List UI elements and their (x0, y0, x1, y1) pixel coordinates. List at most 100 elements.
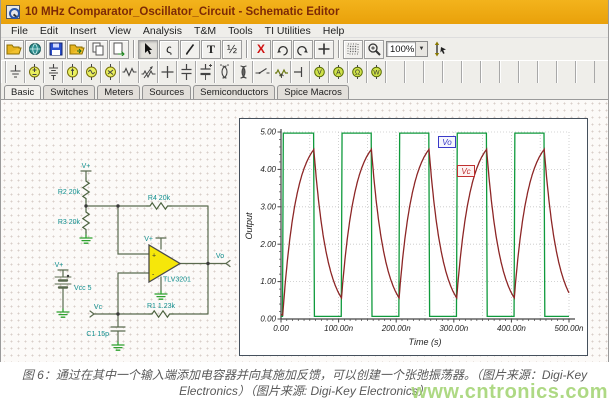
tab-meters[interactable]: Meters (97, 85, 140, 99)
legend-vc[interactable]: Vc (457, 165, 475, 177)
open-button[interactable] (4, 40, 24, 59)
wattmeter-icon: W (368, 62, 385, 82)
draw-wire-button[interactable] (180, 40, 200, 59)
undo-button[interactable] (272, 40, 292, 59)
toolbar-separator (338, 40, 340, 58)
schematic-labels: V+ R2 20k R3 20k R4 20k R1 1.23k C1 15p … (55, 163, 225, 338)
tab-semiconductors[interactable]: Semiconductors (193, 85, 275, 99)
component-voltage-source-button[interactable] (25, 61, 44, 83)
watermark: www.cntronics.com (411, 381, 608, 404)
zoom-magnifier-button[interactable] (364, 40, 384, 59)
net-label-vplus-battery: V+ (55, 262, 64, 269)
net-label-vplus: V+ (82, 163, 91, 170)
component-potentiometer-button[interactable] (272, 61, 291, 83)
hook-icon: ς (166, 43, 172, 55)
menu-item-edit[interactable]: Edit (34, 25, 64, 37)
magnifier-icon (367, 42, 381, 56)
paste-button[interactable] (109, 40, 129, 59)
copy-button[interactable] (88, 40, 108, 59)
label-r1: R1 1.23k (147, 303, 176, 310)
tab-basic[interactable]: Basic (4, 85, 41, 99)
move-button[interactable] (314, 40, 334, 59)
toolbar-empty-slot (519, 61, 538, 83)
svg-text:A: A (336, 70, 341, 77)
voltmeter-icon: V (311, 62, 328, 82)
component-ohmmeter-button[interactable]: Ω (348, 61, 367, 83)
import-button[interactable] (67, 40, 87, 59)
toolbar-empty-slot (386, 61, 405, 83)
component-ground-button[interactable] (6, 61, 25, 83)
menu-item-ti-utilities[interactable]: TI Utilities (259, 25, 317, 37)
component-trimmer-button[interactable] (139, 61, 158, 83)
output-pin-icon (226, 261, 230, 267)
potentiometer-icon (273, 62, 290, 82)
component-resistor-button[interactable] (120, 61, 139, 83)
component-voltage-generator-button[interactable] (82, 61, 101, 83)
component-voltmeter-button[interactable]: V (310, 61, 329, 83)
legend-vo[interactable]: Vo (438, 136, 456, 148)
menu-item-view[interactable]: View (102, 25, 137, 37)
menu-item-file[interactable]: File (5, 25, 34, 37)
export-button[interactable] (25, 40, 45, 59)
tab-sources[interactable]: Sources (142, 85, 191, 99)
redo-button[interactable] (293, 40, 313, 59)
window-title: 10 MHz Comparator_Oscillator_Circuit - S… (25, 6, 339, 18)
resistor-r4[interactable] (147, 203, 171, 209)
chevron-down-icon[interactable]: ▼ (415, 42, 427, 56)
toolbar-empty-slot (405, 61, 424, 83)
component-battery-button[interactable] (44, 61, 63, 83)
ammeter-icon: A (330, 62, 347, 82)
open-folder-icon (6, 42, 22, 56)
toolbar-empty-slot (538, 61, 557, 83)
grid-toggle-button[interactable] (343, 40, 363, 59)
tab-switches[interactable]: Switches (43, 85, 95, 99)
component-current-generator-button[interactable] (101, 61, 120, 83)
toolbar-empty-slot (576, 61, 595, 83)
component-polarized-capacitor-button[interactable] (196, 61, 215, 83)
svg-text:Ω: Ω (354, 70, 359, 77)
label-r2: R2 20k (58, 189, 81, 196)
resistor-r2[interactable] (83, 178, 89, 202)
fraction-tool-button[interactable]: ½ (222, 40, 242, 59)
delete-button[interactable]: X (251, 40, 271, 59)
switch-icon (254, 62, 271, 82)
component-coupled-inductor-button[interactable] (215, 61, 234, 83)
interactive-mode-button[interactable] (429, 40, 451, 59)
resistor-r3[interactable] (83, 209, 89, 233)
svg-text:Time (s): Time (s) (409, 337, 442, 347)
component-capacitor-button[interactable] (177, 61, 196, 83)
svg-text:400.00n: 400.00n (497, 324, 526, 333)
svg-text:V: V (317, 70, 322, 77)
zoom-level-combo[interactable]: 100% ▼ (386, 41, 428, 57)
component-switch-button[interactable] (253, 61, 272, 83)
component-wattmeter-button[interactable]: W (367, 61, 386, 83)
label-vcc: Vcc 5 (74, 285, 92, 292)
component-node-button[interactable] (158, 61, 177, 83)
menu-item-help[interactable]: Help (317, 25, 351, 37)
ground-icon (7, 62, 24, 82)
component-current-source-button[interactable] (63, 61, 82, 83)
select-cursor-button[interactable] (138, 40, 158, 59)
component-relay-contact-button[interactable] (291, 61, 310, 83)
title-bar[interactable]: 10 MHz Comparator_Oscillator_Circuit - S… (1, 0, 608, 24)
svg-text:5.00: 5.00 (260, 128, 276, 137)
menu-item-analysis[interactable]: Analysis (137, 25, 188, 37)
component-ammeter-button[interactable]: A (329, 61, 348, 83)
svg-text:W: W (373, 70, 380, 77)
toolbar-empty-slot (500, 61, 519, 83)
tab-spice-macros[interactable]: Spice Macros (277, 85, 349, 99)
text-tool-button[interactable]: T (201, 40, 221, 59)
app-icon (6, 5, 20, 19)
toolbar-empty-slot (557, 61, 576, 83)
component-transformer-button[interactable] (234, 61, 253, 83)
voltage-generator-icon (83, 62, 100, 82)
menu-item-tm[interactable]: T&M (188, 25, 222, 37)
resistor-r1[interactable] (149, 311, 173, 317)
menu-item-insert[interactable]: Insert (64, 25, 102, 37)
cursor-arrow-icon (142, 42, 154, 56)
schematic-canvas[interactable]: + - V+ R2 20k R3 20k R4 20k (1, 99, 608, 365)
menu-item-tools[interactable]: Tools (222, 25, 259, 37)
wires[interactable] (55, 171, 230, 342)
last-component-button[interactable]: ς (159, 40, 179, 59)
save-button[interactable] (46, 40, 66, 59)
